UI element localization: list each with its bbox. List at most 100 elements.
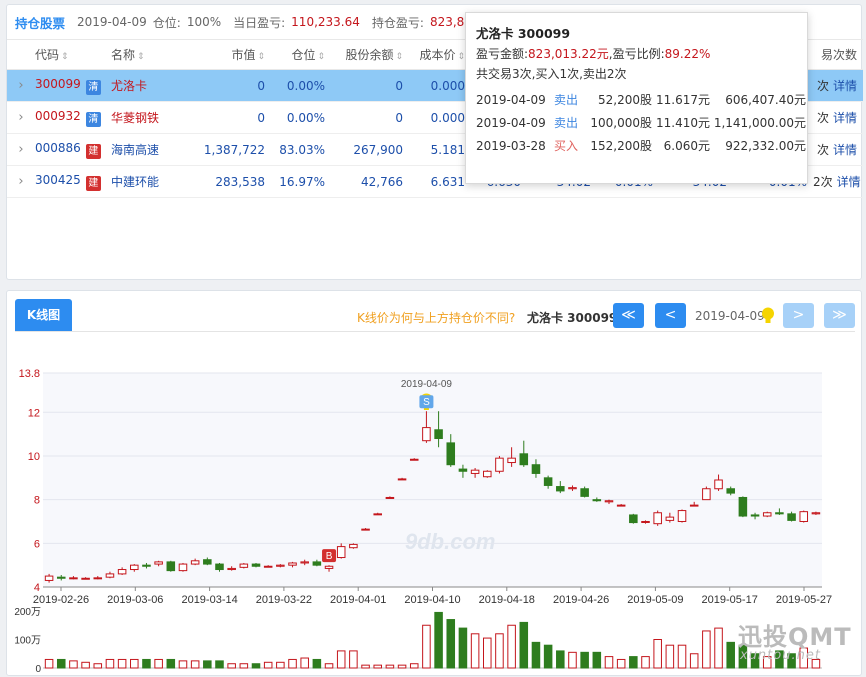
volume-bar	[422, 624, 431, 669]
candle-body	[312, 561, 322, 566]
volume-bar	[142, 658, 151, 669]
volume-bar	[373, 664, 382, 669]
candle-body	[178, 563, 188, 572]
volume-bar	[483, 637, 492, 669]
volume-bar	[629, 656, 638, 669]
candle-body	[69, 577, 78, 580]
volume-bar	[93, 663, 103, 669]
x-tick-label: 2019-03-14	[181, 594, 237, 606]
kline-chart[interactable]: 9db.com 13.8 12 10 8 6 42019-02-26 2019-03-06 20…	[0, 0, 866, 677]
candle-body	[604, 500, 614, 503]
y-tick-label: 6	[34, 538, 40, 550]
candle-body	[44, 575, 54, 581]
x-tick-label: 2019-04-18	[479, 594, 535, 606]
volume-bar	[166, 658, 176, 669]
volume-bar	[336, 650, 346, 669]
volume-bar	[203, 660, 212, 669]
candle-body	[653, 512, 662, 525]
candle-body	[361, 528, 370, 531]
volume-bar	[239, 663, 249, 669]
candle-body	[762, 512, 772, 517]
volume-bar	[130, 658, 139, 669]
volume-bar	[446, 619, 456, 669]
volume-bar	[556, 650, 565, 669]
volume-bar	[592, 651, 602, 669]
marker-date-label: 2019-04-09	[401, 379, 453, 390]
volume-bar	[434, 611, 443, 669]
candle-body	[324, 565, 334, 569]
candle-body	[142, 564, 151, 567]
volume-bar	[312, 658, 322, 669]
volume-bar	[458, 627, 468, 669]
candle-body	[568, 487, 577, 490]
volume-bar	[215, 660, 224, 669]
candle-body	[373, 513, 382, 516]
volume-bar	[105, 658, 115, 669]
candle-body	[239, 563, 249, 568]
candle-body	[251, 563, 261, 567]
candle-body	[446, 442, 456, 466]
volume-bar	[653, 639, 662, 669]
watermark-site: xuntou.net	[740, 648, 821, 663]
candle-body	[750, 514, 760, 517]
volume-bar	[604, 656, 614, 669]
x-tick-label: 2019-05-27	[776, 594, 832, 606]
volume-bar	[470, 633, 480, 669]
volume-bar	[300, 657, 309, 669]
volume-bar	[519, 621, 529, 669]
candle-body	[470, 469, 480, 474]
candle-body	[507, 457, 516, 464]
candle-body	[531, 464, 541, 474]
candle-body	[519, 453, 529, 466]
volume-bar	[44, 658, 54, 669]
candle-body	[580, 488, 589, 497]
candle-body	[422, 427, 431, 442]
candle-body	[105, 573, 115, 578]
volume-bar	[385, 664, 395, 669]
volume-bar	[616, 658, 626, 669]
volume-bar	[251, 663, 261, 669]
candle-body	[556, 486, 565, 492]
volume-bar	[154, 658, 163, 669]
candle-body	[385, 496, 395, 499]
candle-body	[263, 565, 273, 568]
watermark-brand: 迅投QMT	[738, 623, 852, 651]
volume-bar	[568, 651, 577, 669]
volume-bar	[227, 663, 236, 669]
candle-body	[543, 477, 553, 486]
volume-bar	[178, 660, 188, 669]
candle-body	[592, 499, 602, 502]
candle-body	[677, 510, 687, 522]
x-tick-label: 2019-04-10	[404, 594, 460, 606]
x-tick-label: 2019-05-09	[627, 594, 683, 606]
x-tick-label: 2019-05-17	[702, 594, 758, 606]
volume-bar	[677, 644, 687, 669]
volume-bar	[543, 644, 553, 669]
buy-marker-label: B	[326, 551, 333, 562]
volume-bar	[580, 651, 589, 669]
candle-body	[641, 520, 650, 523]
volume-bar	[81, 661, 90, 669]
volume-bar	[69, 660, 78, 669]
candle-body	[738, 496, 748, 517]
candle-body	[726, 488, 735, 494]
candle-body	[616, 504, 626, 507]
volume-bar	[324, 663, 334, 669]
volume-bar	[665, 644, 675, 669]
volume-bar	[288, 658, 297, 669]
volume-bar	[641, 656, 650, 669]
candle-body	[787, 513, 796, 521]
candle-body	[56, 576, 66, 579]
candle-body	[714, 479, 723, 490]
volume-bar	[190, 660, 200, 669]
volume-bar	[507, 624, 516, 669]
x-tick-label: 2019-04-26	[553, 594, 609, 606]
candle-body	[434, 429, 443, 440]
y-tick-label: 8	[34, 495, 40, 507]
volume-bar	[495, 633, 504, 669]
y-tick-label: 10	[28, 451, 40, 463]
volume-bar	[117, 658, 127, 669]
candle-body	[93, 577, 103, 580]
y-tick-label: 13.8	[19, 368, 40, 380]
candle-body	[215, 563, 224, 571]
